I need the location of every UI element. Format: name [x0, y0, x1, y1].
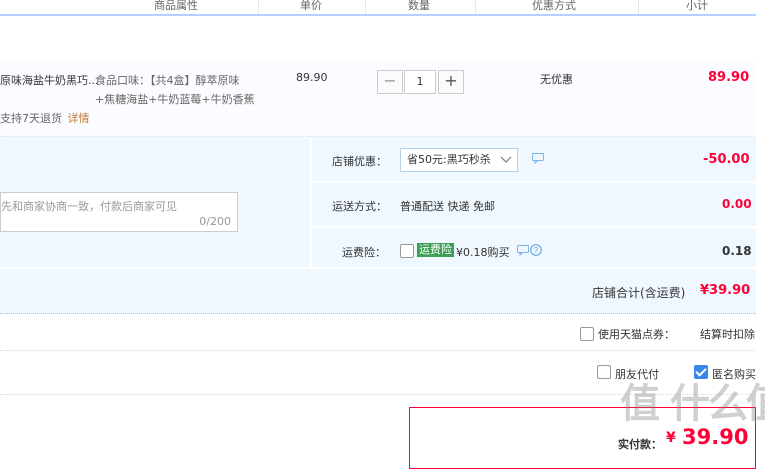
order-item-row: 原味海盐牛奶黑巧... 支持7天退货 详情 食品口味：【共4盒】醇萃原味 +焦糖…	[0, 62, 756, 137]
quantity-input[interactable]: 1	[404, 70, 436, 94]
anonymous-label: 匿名购买	[712, 368, 756, 381]
return-policy-text: 支持7天退货	[0, 112, 62, 125]
shipping-amount: 0.00	[722, 197, 752, 211]
col-header-qty: 数量	[408, 0, 430, 12]
shop-divider	[310, 137, 312, 268]
watermark: 值 什么值得买	[620, 384, 765, 424]
friend-pay-label: 朋友代付	[615, 368, 659, 381]
item-attr-line1: 食品口味：【共4盒】醇萃原味	[95, 74, 240, 87]
chevron-down-icon	[500, 156, 512, 163]
detail-link[interactable]: 详情	[68, 112, 90, 125]
anonymous-checkbox[interactable]	[694, 365, 708, 379]
col-header-price: 单价	[300, 0, 322, 12]
insurance-price: ¥0.18购买	[456, 246, 510, 259]
item-attr-line2: +焦糖海盐+牛奶蓝莓+牛奶香蕉	[95, 93, 255, 106]
watermark-text: 值 什么值得买	[620, 381, 765, 427]
item-promo: 无优惠	[540, 73, 573, 86]
message-char-count: 0/200	[199, 215, 231, 228]
help-icon[interactable]: ?	[530, 244, 542, 256]
qty-minus-button[interactable]: −	[377, 70, 403, 94]
buyer-message-placeholder: 先和商家协商一致，付款后商家可见	[1, 200, 177, 213]
shop-discount-value: 省50元:黑巧秒杀	[407, 153, 491, 166]
friend-pay-checkbox[interactable]	[597, 365, 611, 379]
row-divider	[310, 226, 756, 228]
tmall-points-note: 结算时扣除	[700, 328, 755, 341]
shop-discount-label: 店铺优惠：	[332, 155, 387, 168]
shipping-method: 普通配送 快递 免邮	[400, 200, 495, 213]
shop-total-amount: ¥39.90	[700, 283, 751, 298]
payment-label: 实付款：	[618, 438, 662, 451]
return-policy: 支持7天退货 详情	[0, 110, 90, 126]
payment-currency: ¥	[666, 430, 676, 446]
header-underline	[0, 14, 756, 16]
shop-discount-select[interactable]: 省50元:黑巧秒杀	[400, 148, 518, 172]
col-header-attr: 商品属性	[154, 0, 198, 12]
col-header-promo: 优惠方式	[532, 0, 576, 12]
col-header-subtotal: 小计	[686, 0, 708, 12]
row-divider	[0, 267, 756, 269]
insurance-checkbox[interactable]	[400, 244, 414, 258]
qty-plus-button[interactable]: +	[438, 70, 464, 94]
header-divider	[638, 0, 639, 14]
item-subtotal: 89.90	[708, 70, 750, 85]
row-divider	[0, 350, 756, 351]
header-divider	[365, 0, 366, 14]
header-divider	[258, 0, 259, 14]
table-header: 商品属性 单价 数量 优惠方式 小计	[0, 0, 765, 16]
insurance-label: 运费险：	[342, 246, 386, 259]
shop-discount-amount: -50.00	[703, 152, 750, 167]
svg-text:?: ?	[534, 246, 539, 255]
insurance-tag: 运费险	[417, 243, 454, 257]
tmall-points-checkbox[interactable]	[580, 327, 594, 341]
insurance-amount: 0.18	[722, 244, 752, 258]
shop-summary: 店铺优惠： 省50元:黑巧秒杀 -50.00 先和商家协商一致，付款后商家可见 …	[0, 137, 756, 314]
item-price: 89.90	[296, 71, 328, 84]
item-title[interactable]: 原味海盐牛奶黑巧...	[0, 72, 99, 88]
row-divider	[310, 181, 756, 183]
chat-icon[interactable]	[532, 153, 544, 164]
buyer-message-input[interactable]: 先和商家协商一致，付款后商家可见 0/200	[0, 192, 238, 232]
header-divider	[475, 0, 476, 14]
payment-amount: 39.90	[682, 425, 749, 449]
shop-total-label: 店铺合计(含运费)	[592, 286, 686, 300]
tmall-points-label: 使用天猫点券：	[598, 328, 675, 341]
chat-icon[interactable]	[517, 245, 529, 256]
shipping-label: 运送方式：	[332, 200, 387, 213]
